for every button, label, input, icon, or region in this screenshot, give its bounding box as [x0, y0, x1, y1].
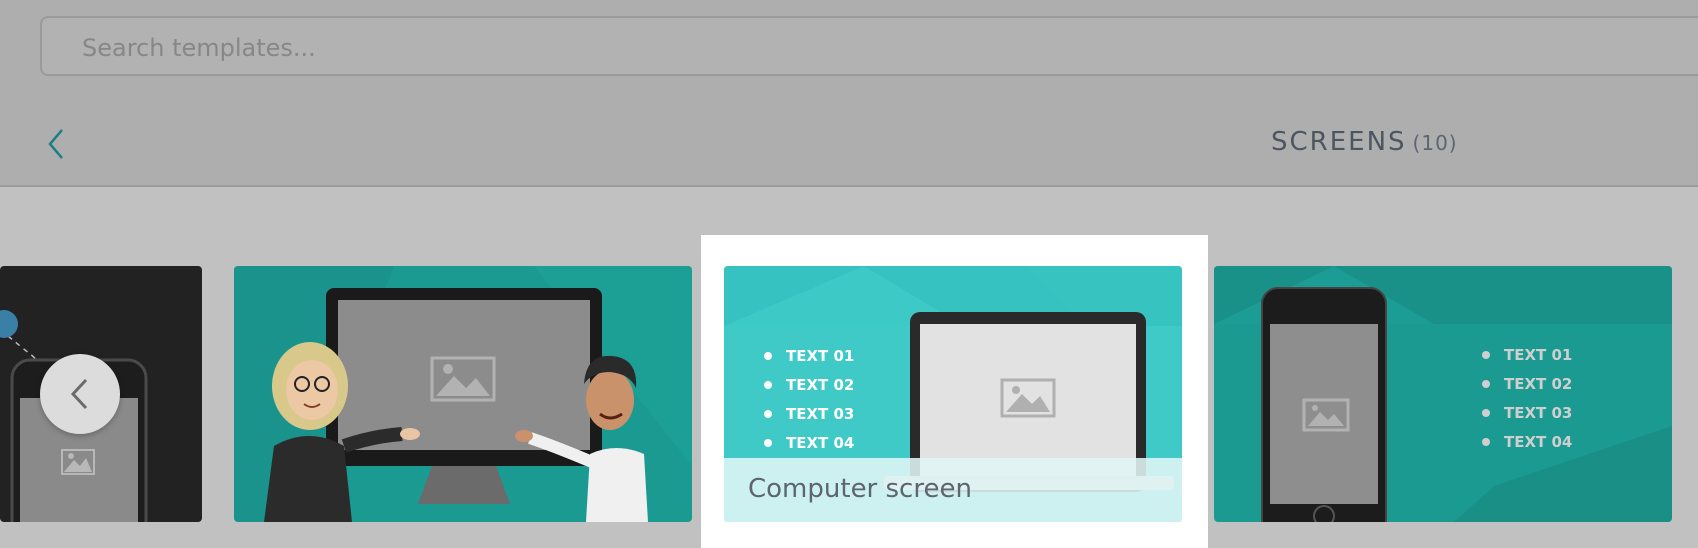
chevron-left-icon	[48, 129, 63, 159]
bullet-item: TEXT 01	[1482, 341, 1572, 370]
header-bar: Search templates... SCREENS (10)	[0, 0, 1698, 187]
back-button[interactable]	[44, 126, 70, 162]
template-caption: Computer screen	[724, 458, 1182, 522]
bullet-item: TEXT 01	[764, 342, 854, 371]
bullet-item: TEXT 04	[1482, 428, 1572, 457]
bullet-item: TEXT 03	[1482, 399, 1572, 428]
bullet-item: TEXT 02	[1482, 370, 1572, 399]
carousel-prev-button[interactable]	[40, 354, 120, 434]
bullet-item: TEXT 02	[764, 371, 854, 400]
search-input[interactable]: Search templates...	[40, 16, 1698, 76]
template-count: (10)	[1412, 131, 1458, 155]
bullet-list: TEXT 01 TEXT 02 TEXT 03 TEXT 04	[1482, 341, 1572, 457]
bullet-item: TEXT 03	[764, 400, 854, 429]
section-title: SCREENS	[1271, 127, 1407, 157]
bullet-list: TEXT 01 TEXT 02 TEXT 03 TEXT 04	[764, 342, 854, 458]
chevron-left-icon	[70, 378, 88, 410]
template-card-monitor-presenters[interactable]	[234, 266, 692, 522]
template-card-phone-list[interactable]	[1214, 266, 1672, 522]
bullet-item: TEXT 04	[764, 429, 854, 458]
page-title: SCREENS (10)	[1271, 127, 1458, 157]
